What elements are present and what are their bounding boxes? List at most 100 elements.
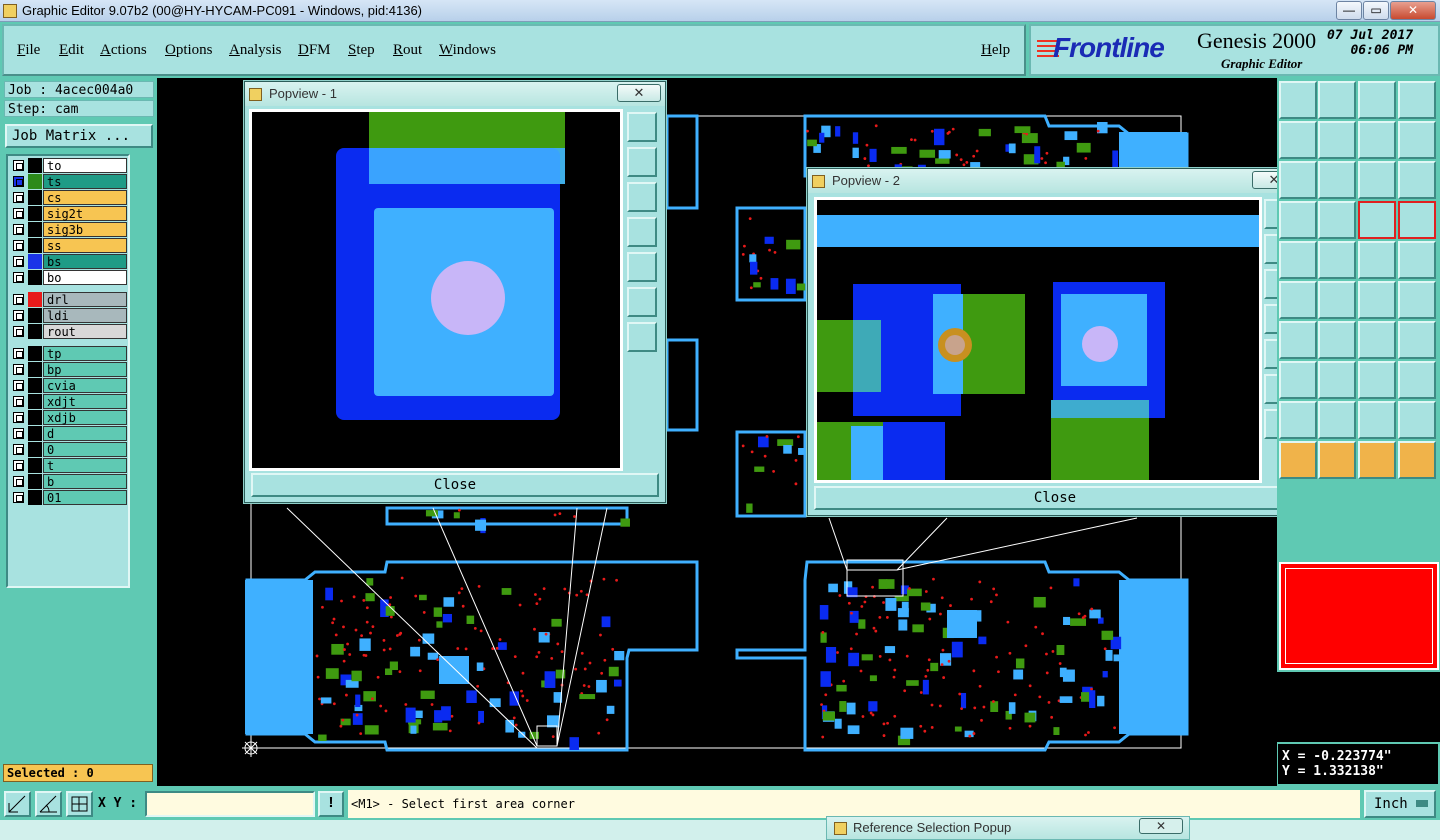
select-icon-2[interactable]	[1318, 441, 1356, 479]
grid-icon-2[interactable]	[1318, 201, 1356, 239]
layer-row-xdjb[interactable]: xdjb	[10, 410, 128, 425]
text-icon[interactable]	[1398, 321, 1436, 359]
zoom-icon[interactable]	[1279, 161, 1317, 199]
grid-icon[interactable]	[66, 791, 93, 817]
layer-checkbox[interactable]	[13, 256, 24, 267]
layer-row-to[interactable]: to	[10, 158, 128, 173]
menu-step[interactable]: Step	[348, 42, 375, 59]
home-icon[interactable]	[1279, 81, 1317, 119]
layer-row-tp[interactable]: tp	[10, 346, 128, 361]
popview-1-viewport[interactable]	[249, 109, 623, 471]
line-h-icon[interactable]	[1318, 361, 1356, 399]
menu-rout[interactable]: Rout	[393, 42, 422, 59]
layer-row-cs[interactable]: cs	[10, 190, 128, 205]
layer-checkbox[interactable]	[13, 380, 24, 391]
dot-icon[interactable]	[1398, 241, 1436, 279]
arch-icon[interactable]	[1358, 401, 1396, 439]
minimize-button[interactable]: —	[1336, 1, 1362, 20]
popview-1-close-button[interactable]: Close	[251, 473, 659, 497]
reference-popup-close-x[interactable]: ✕	[1139, 818, 1183, 834]
close-window-button[interactable]: ✕	[1390, 1, 1436, 20]
window-icon[interactable]	[1398, 81, 1436, 119]
layer-row-0[interactable]: 0	[10, 442, 128, 457]
pv1-pan-up-icon[interactable]	[627, 147, 657, 177]
alert-icon[interactable]: !	[318, 791, 344, 817]
layer-checkbox[interactable]	[13, 176, 24, 187]
layer-checkbox[interactable]	[13, 348, 24, 359]
pv1-pan-right-icon[interactable]	[627, 252, 657, 282]
pad-icon[interactable]	[1398, 361, 1436, 399]
layer-checkbox[interactable]	[13, 428, 24, 439]
line-icon[interactable]	[1279, 321, 1317, 359]
layer-row-01[interactable]: 01	[10, 490, 128, 505]
layer-row-ts[interactable]: ts	[10, 174, 128, 189]
layer-checkbox[interactable]	[13, 412, 24, 423]
layer-checkbox[interactable]	[13, 492, 24, 503]
popview-2-viewport[interactable]	[814, 197, 1262, 483]
pad-red-icon[interactable]	[1358, 201, 1396, 239]
menu-help[interactable]: Help	[981, 42, 1010, 59]
layer-row-ldi[interactable]: ldi	[10, 308, 128, 323]
layer-checkbox[interactable]	[13, 240, 24, 251]
layer-row-drl[interactable]: drl	[10, 292, 128, 307]
pan-left-icon[interactable]	[1279, 121, 1317, 159]
rotate-icon[interactable]	[1358, 121, 1396, 159]
layer-checkbox[interactable]	[13, 476, 24, 487]
box-icon[interactable]	[1358, 361, 1396, 399]
layer-row-bs[interactable]: bs	[10, 254, 128, 269]
menu-windows[interactable]: Windows	[439, 42, 496, 59]
rect-icon[interactable]	[1279, 361, 1317, 399]
layer-checkbox[interactable]	[13, 272, 24, 283]
popview-1-close-x[interactable]: ✕	[617, 84, 661, 102]
menu-dfm[interactable]: DFM	[298, 42, 331, 59]
triangle-icon[interactable]	[1279, 401, 1317, 439]
select-icon[interactable]	[1279, 441, 1317, 479]
layer-checkbox[interactable]	[13, 396, 24, 407]
arc-icon[interactable]	[1358, 321, 1396, 359]
triangle-icon-2[interactable]	[1318, 401, 1356, 439]
layer-row-d[interactable]: d	[10, 426, 128, 441]
connect-icon-2[interactable]	[1398, 281, 1436, 319]
layer-row-b[interactable]: b	[10, 474, 128, 489]
layer-checkbox[interactable]	[13, 192, 24, 203]
layer-row-bp[interactable]: bp	[10, 362, 128, 377]
help-icon[interactable]	[1398, 161, 1436, 199]
layer-checkbox[interactable]	[13, 160, 24, 171]
layer-row-rout[interactable]: rout	[10, 324, 128, 339]
center-icon[interactable]	[1318, 161, 1356, 199]
menu-analysis[interactable]: Analysis	[229, 42, 282, 59]
mirror-icon[interactable]	[1398, 121, 1436, 159]
layer-row-ss[interactable]: ss	[10, 238, 128, 253]
scale-1-2-icon[interactable]	[1358, 161, 1396, 199]
restore-button[interactable]: ▭	[1363, 1, 1389, 20]
layer-checkbox[interactable]	[13, 444, 24, 455]
slash-icon[interactable]	[1318, 321, 1356, 359]
shapes-icon[interactable]	[1318, 241, 1356, 279]
unit-selector[interactable]: Inch	[1364, 790, 1436, 818]
pointer-icon[interactable]	[1358, 441, 1396, 479]
pointer-net-icon[interactable]	[1398, 441, 1436, 479]
layer-row-t[interactable]: t	[10, 458, 128, 473]
popview-2-close-button[interactable]: Close	[814, 486, 1296, 510]
snap-icon[interactable]	[4, 791, 31, 817]
layer-checkbox[interactable]	[13, 294, 24, 305]
job-matrix-button[interactable]: Job Matrix ...	[5, 124, 153, 148]
pv1-pan-left-icon[interactable]	[627, 217, 657, 247]
layer-checkbox[interactable]	[13, 310, 24, 321]
grid-icon[interactable]	[1279, 201, 1317, 239]
layer-checkbox[interactable]	[13, 224, 24, 235]
layer-row-bo[interactable]: bo	[10, 270, 128, 285]
menu-options[interactable]: Options	[165, 42, 213, 59]
x-icon[interactable]	[1318, 281, 1356, 319]
pv1-zoom-in-icon[interactable]	[627, 287, 657, 317]
pv1-zoom-fit-icon[interactable]	[627, 112, 657, 142]
layer-checkbox[interactable]	[13, 364, 24, 375]
pv1-zoom-out-icon[interactable]	[627, 322, 657, 352]
layer-row-xdjt[interactable]: xdjt	[10, 394, 128, 409]
snap-icon[interactable]	[1279, 241, 1317, 279]
layer-row-sig2t[interactable]: sig2t	[10, 206, 128, 221]
menu-file[interactable]: File	[17, 42, 40, 59]
xy-input[interactable]	[145, 791, 315, 817]
layer-checkbox[interactable]	[13, 460, 24, 471]
pv1-pan-down-icon[interactable]	[627, 182, 657, 212]
